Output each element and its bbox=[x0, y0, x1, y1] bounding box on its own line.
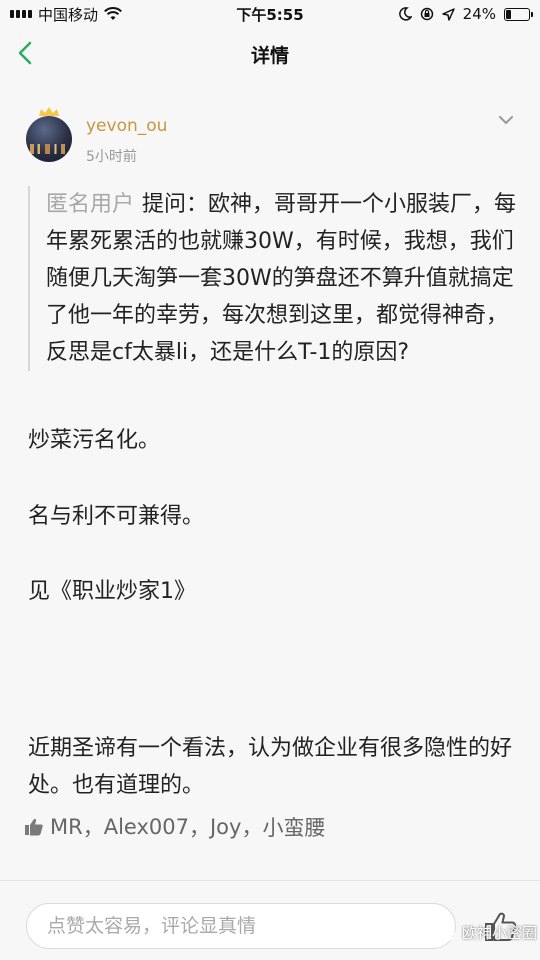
wechat-icon bbox=[436, 925, 456, 940]
avatar bbox=[26, 116, 72, 162]
likes-row: MR， Alex007， Joy， 小蛮腰 bbox=[24, 812, 325, 842]
rotation-lock-icon bbox=[420, 7, 433, 21]
post-time: 5小时前 bbox=[86, 149, 137, 165]
watermark-text: 欧神小密圈 bbox=[462, 924, 538, 942]
carrier-label: 中国移动 bbox=[38, 5, 99, 24]
like-user[interactable]: MR bbox=[50, 815, 83, 839]
location-icon bbox=[441, 7, 455, 21]
like-separator: ， bbox=[241, 816, 263, 840]
like-separator: ， bbox=[82, 816, 104, 840]
like-user[interactable]: Alex007 bbox=[104, 815, 189, 839]
moon-icon bbox=[398, 7, 412, 21]
quote-text: 提问：欧神，哥哥开一个小服装厂，每年累死累活的也就赚30W，有时候，我想，我们随… bbox=[46, 192, 517, 365]
quoted-question: 匿名用户 提问：欧神，哥哥开一个小服装厂，每年累死累活的也就赚30W，有时候，我想… bbox=[28, 186, 518, 371]
post-paragraph: 见《职业炒家1》 bbox=[28, 579, 196, 604]
nav-bar: 详情 bbox=[0, 28, 540, 80]
chevron-left-icon bbox=[18, 41, 32, 65]
back-button[interactable] bbox=[10, 38, 40, 68]
post-paragraph: 名与利不可兼得。 bbox=[28, 504, 205, 529]
like-user[interactable]: Joy bbox=[210, 815, 241, 839]
page-title: 详情 bbox=[250, 44, 289, 67]
status-bar: 中国移动 下午5:55 24% bbox=[0, 0, 540, 28]
post-paragraph: 近期圣谛有一个看法，认为做企业有很多隐性的好处。也有道理的。 bbox=[28, 736, 513, 798]
wifi-icon bbox=[104, 7, 122, 20]
like-separator: ， bbox=[188, 816, 210, 840]
watermark: 欧神小密圈 bbox=[436, 922, 537, 943]
post-paragraph: 炒菜污名化。 bbox=[28, 428, 161, 453]
comment-bar bbox=[0, 880, 540, 960]
signal-icon bbox=[10, 10, 32, 18]
like-user[interactable]: 小蛮腰 bbox=[262, 812, 325, 842]
thumbs-up-icon bbox=[25, 818, 43, 836]
battery-icon bbox=[504, 7, 533, 21]
chevron-down-icon[interactable] bbox=[496, 110, 516, 130]
avatar-wrap[interactable] bbox=[24, 107, 74, 164]
comment-input[interactable] bbox=[26, 903, 456, 949]
battery-percent: 24% bbox=[462, 5, 496, 23]
post-card: yevon_ou 5小时前 匿名用户 提问：欧神，哥哥开一个小服装厂，每年累死累活… bbox=[0, 96, 540, 876]
status-left: 中国移动 bbox=[10, 4, 122, 25]
quote-author: 匿名用户 bbox=[46, 192, 135, 217]
status-right: 24% bbox=[398, 5, 533, 23]
username[interactable]: yevon_ou bbox=[86, 116, 167, 136]
